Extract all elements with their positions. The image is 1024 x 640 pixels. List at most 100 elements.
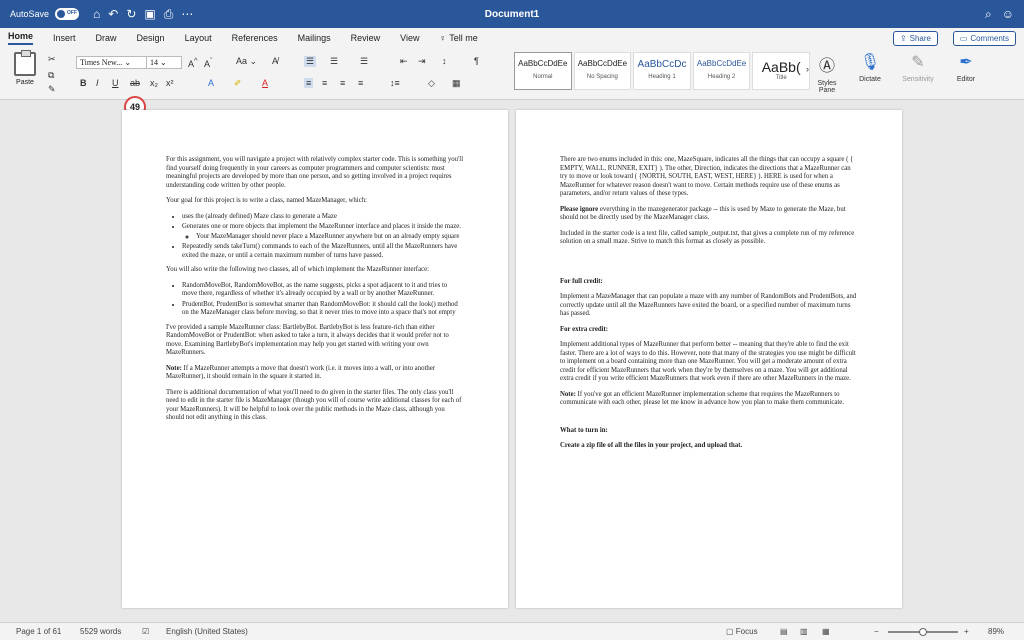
format-painter-icon[interactable]: ✎: [48, 84, 56, 95]
styles-pane-button[interactable]: Ⓐ Styles Pane: [812, 52, 842, 94]
tab-view[interactable]: View: [400, 33, 419, 43]
bullets-button[interactable]: ☰: [304, 56, 317, 67]
copy-icon[interactable]: ⧉: [48, 70, 54, 81]
lightbulb-icon: ♀: [439, 33, 447, 43]
tab-mailings[interactable]: Mailings: [298, 33, 331, 43]
bullet-list: uses the (already defined) Maze class to…: [182, 213, 464, 261]
shrink-font-button[interactable]: Aˇ: [204, 56, 213, 69]
font-color-button[interactable]: A: [262, 78, 268, 88]
font-name-select[interactable]: Times New... ⌄: [76, 56, 156, 69]
heading: For full credit:: [560, 277, 603, 285]
share-icon: ⇪: [899, 34, 907, 43]
paragraph: Implement a MazeManager that can populat…: [560, 293, 857, 317]
tell-me-search[interactable]: ♀ Tell me: [440, 33, 478, 43]
font-size-select[interactable]: 14 ⌄: [146, 56, 182, 69]
strikethrough-button[interactable]: ab: [130, 78, 140, 88]
zoom-out-icon[interactable]: −: [874, 627, 879, 636]
editor-button[interactable]: ✒ Editor: [950, 52, 982, 83]
autosave-label: AutoSave: [10, 9, 50, 19]
superscript-button[interactable]: x²: [166, 78, 174, 88]
underline-button[interactable]: U: [112, 78, 119, 88]
account-icon[interactable]: ☺: [1002, 7, 1014, 22]
web-layout-view-icon[interactable]: ▥: [800, 627, 808, 636]
clear-formatting-icon[interactable]: A̸: [272, 56, 278, 66]
paragraph: Included in the starter code is a text f…: [560, 229, 855, 246]
focus-button[interactable]: ▢ Focus: [726, 627, 758, 636]
decrease-indent-button[interactable]: ⇤: [400, 56, 408, 67]
align-right-button[interactable]: ≡: [340, 78, 345, 88]
comments-label: Comments: [970, 34, 1009, 43]
cut-icon[interactable]: ✂: [48, 54, 56, 65]
zoom-slider-knob[interactable]: [919, 628, 927, 636]
tab-home[interactable]: Home: [8, 31, 34, 45]
style-title[interactable]: AaBb(Title: [752, 52, 810, 90]
style-heading-2[interactable]: AaBbCcDdEe Heading 2: [692, 52, 751, 90]
shading-button[interactable]: ◇: [428, 78, 435, 89]
zoom-level[interactable]: 89%: [988, 627, 1004, 636]
comments-button[interactable]: ▭ Comments: [952, 31, 1016, 46]
language-status[interactable]: English (United States): [166, 627, 248, 636]
subscript-button[interactable]: x₂: [150, 78, 158, 88]
document-page-2[interactable]: There are two enums included in this: on…: [516, 110, 902, 608]
increase-indent-button[interactable]: ⇥: [418, 56, 426, 67]
styles-pane-icon: Ⓐ: [818, 58, 835, 75]
save-icon[interactable]: ▣: [144, 7, 155, 22]
undo-icon[interactable]: ↶: [108, 7, 118, 22]
paragraph: Implement additional types of MazeRunner…: [560, 341, 856, 382]
tab-review[interactable]: Review: [351, 33, 381, 43]
heading: What to turn in:: [560, 426, 608, 434]
zoom-in-icon[interactable]: +: [964, 627, 969, 636]
document-page-1[interactable]: For this assignment, you will navigate a…: [122, 110, 508, 608]
paragraph: Please ignore everything in the mazegene…: [560, 205, 846, 222]
borders-button[interactable]: ▦: [452, 78, 461, 89]
comment-icon: ▭: [959, 34, 968, 43]
dictate-button[interactable]: 🎙 Dictate: [854, 52, 886, 83]
bold-button[interactable]: B: [80, 78, 87, 88]
word-count[interactable]: 5529 words: [80, 627, 121, 636]
paragraph: For this assignment, you will navigate a…: [166, 156, 464, 189]
sort-button[interactable]: ↕: [442, 56, 447, 66]
align-center-button[interactable]: ≡: [322, 78, 327, 88]
tab-layout[interactable]: Layout: [185, 33, 212, 43]
autosave-toggle[interactable]: OFF: [55, 8, 80, 20]
focus-icon: ▢: [726, 627, 734, 636]
style-normal[interactable]: AaBbCcDdEe Normal: [514, 52, 572, 90]
sensitivity-button[interactable]: ✎ Sensitivity: [898, 52, 938, 83]
share-button[interactable]: ⇪ Share: [892, 31, 938, 46]
change-case-button[interactable]: Aa ⌄: [236, 56, 257, 67]
italic-button[interactable]: I: [96, 78, 99, 88]
style-heading-1[interactable]: AaBbCcDc Heading 1: [633, 52, 691, 90]
style-no-spacing[interactable]: AaBbCcDdEe No Spacing: [573, 52, 632, 90]
tab-design[interactable]: Design: [137, 33, 165, 43]
paste-label: Paste: [16, 79, 34, 86]
show-formatting-button[interactable]: ¶: [474, 56, 479, 66]
autosave-state: OFF: [67, 10, 78, 16]
redo-icon[interactable]: ↻: [126, 7, 136, 22]
justify-button[interactable]: ≡: [358, 78, 363, 88]
grow-font-button[interactable]: A^: [188, 56, 198, 69]
line-spacing-button[interactable]: ↕≡: [390, 78, 400, 88]
paragraph: There is additional documentation of wha…: [166, 388, 462, 422]
search-icon[interactable]: ⌕: [985, 7, 992, 22]
zoom-slider[interactable]: [888, 628, 958, 636]
more-icon[interactable]: ⋯: [181, 7, 193, 22]
proofing-icon[interactable]: ☑: [142, 627, 149, 636]
clipboard-icon: [14, 50, 36, 76]
tell-me-label: Tell me: [449, 33, 478, 43]
multilevel-list-button[interactable]: ☰: [360, 56, 368, 67]
styles-more-chevron-icon[interactable]: ›: [806, 64, 809, 74]
tab-references[interactable]: References: [232, 33, 278, 43]
page-count[interactable]: Page 1 of 61: [16, 627, 61, 636]
tab-draw[interactable]: Draw: [96, 33, 117, 43]
paragraph: I've provided a sample MazeRunner class:…: [166, 323, 449, 357]
print-layout-view-icon[interactable]: ▤: [780, 627, 788, 636]
paste-button[interactable]: Paste: [8, 50, 42, 86]
home-icon[interactable]: ⌂: [93, 7, 100, 22]
read-mode-view-icon[interactable]: ▦: [822, 627, 830, 636]
highlight-button[interactable]: ✐: [234, 78, 242, 89]
print-icon[interactable]: ⎙: [164, 7, 174, 22]
numbering-button[interactable]: ☰: [330, 56, 338, 67]
tab-insert[interactable]: Insert: [53, 33, 76, 43]
align-left-button[interactable]: ≡: [304, 78, 314, 88]
text-effects-button[interactable]: A: [208, 78, 214, 88]
